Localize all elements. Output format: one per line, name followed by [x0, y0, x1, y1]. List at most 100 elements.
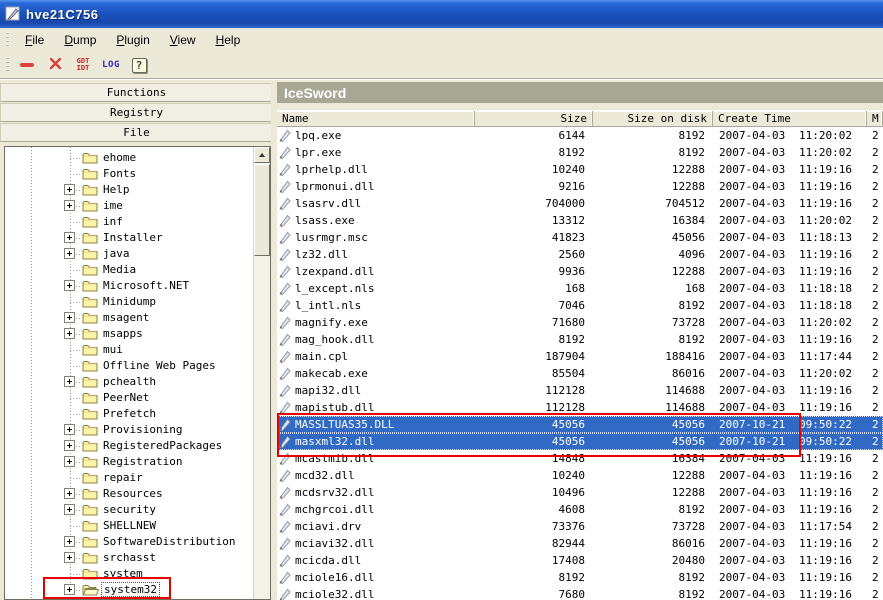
scroll-up-button[interactable] [254, 147, 270, 163]
file-row[interactable]: lsasrv.dll7040007045122007-04-0311:19:16… [277, 195, 883, 212]
sidebar-button-functions[interactable]: Functions [0, 83, 273, 102]
column-header-m[interactable]: M [867, 111, 883, 126]
sidebar-button-file[interactable]: File [0, 123, 273, 142]
file-row[interactable]: lpq.exe614481922007-04-0311:20:022 [277, 127, 883, 144]
expand-plus-icon[interactable] [64, 456, 75, 467]
tree-item-repair[interactable]: repair [5, 470, 253, 486]
tree-item-system[interactable]: system [5, 566, 253, 582]
column-header-name[interactable]: Name [277, 111, 475, 126]
column-header-create-time[interactable]: Create Time [713, 111, 867, 126]
file-row[interactable]: mciavi32.dll82944860162007-04-0311:19:16… [277, 535, 883, 552]
column-header-size[interactable]: Size [475, 111, 593, 126]
expand-plus-icon[interactable] [64, 248, 75, 259]
expand-plus-icon[interactable] [64, 440, 75, 451]
tree-item-shellnew[interactable]: SHELLNEW [5, 518, 253, 534]
tree-item-installer[interactable]: Installer [5, 230, 253, 246]
expand-plus-icon[interactable] [64, 552, 75, 563]
file-name: mchgrcoi.dll [295, 503, 374, 516]
file-row[interactable]: mapistub.dll1121281146882007-04-0311:19:… [277, 399, 883, 416]
expand-plus-icon[interactable] [64, 312, 75, 323]
file-row[interactable]: l_except.nls1681682007-04-0311:18:182 [277, 280, 883, 297]
tree-item-srchasst[interactable]: srchasst [5, 550, 253, 566]
menu-dump[interactable]: Dump [54, 31, 106, 49]
expand-plus-icon[interactable] [64, 280, 75, 291]
file-row[interactable]: masxml32.dll45056450562007-10-2109:50:22… [277, 433, 883, 450]
tree-item-resources[interactable]: Resources [5, 486, 253, 502]
file-row[interactable]: MASSLTUAS35.DLL45056450562007-10-2109:50… [277, 416, 883, 433]
expand-plus-icon[interactable] [64, 200, 75, 211]
scroll-thumb[interactable] [254, 164, 270, 256]
column-header-size-on-disk[interactable]: Size on disk [593, 111, 713, 126]
file-row[interactable]: magnify.exe71680737282007-04-0311:20:022 [277, 314, 883, 331]
tree-item-inf[interactable]: inf [5, 214, 253, 230]
tree-item-provisioning[interactable]: Provisioning [5, 422, 253, 438]
file-row[interactable]: makecab.exe85504860162007-04-0311:20:022 [277, 365, 883, 382]
file-row[interactable]: lz32.dll256040962007-04-0311:19:162 [277, 246, 883, 263]
close-x-button[interactable] [43, 55, 67, 75]
minus-button[interactable] [15, 55, 39, 75]
expand-plus-icon[interactable] [64, 536, 75, 547]
file-row[interactable]: mciavi.drv73376737282007-04-0311:17:542 [277, 518, 883, 535]
tree-scrollbar[interactable] [253, 147, 270, 599]
tree-item-security[interactable]: security [5, 502, 253, 518]
expand-plus-icon[interactable] [64, 376, 75, 387]
tree-item-microsoft-net[interactable]: Microsoft.NET [5, 278, 253, 294]
tree-item-registeredpackages[interactable]: RegisteredPackages [5, 438, 253, 454]
help-button[interactable]: ? [127, 55, 151, 75]
folder-icon [82, 519, 100, 532]
file-row[interactable]: lzexpand.dll9936122882007-04-0311:19:162 [277, 263, 883, 280]
log-button[interactable]: LOG [99, 55, 123, 75]
menubar-grip[interactable] [6, 32, 9, 48]
menu-help[interactable]: Help [206, 31, 251, 49]
menu-file[interactable]: File [15, 31, 54, 49]
expand-plus-icon[interactable] [64, 584, 75, 595]
toolbar-grip[interactable] [6, 57, 9, 73]
tree-item-java[interactable]: java [5, 246, 253, 262]
expand-plus-icon[interactable] [64, 504, 75, 515]
tree-item-pchealth[interactable]: pchealth [5, 374, 253, 390]
tree-item-peernet[interactable]: PeerNet [5, 390, 253, 406]
file-row[interactable]: mciole16.dll819281922007-04-0311:19:162 [277, 569, 883, 586]
tree-item-minidump[interactable]: Minidump [5, 294, 253, 310]
titlebar[interactable]: hve21C756 [0, 0, 883, 28]
file-row[interactable]: lpr.exe819281922007-04-0311:20:022 [277, 144, 883, 161]
tree-item-softwaredistribution[interactable]: SoftwareDistribution [5, 534, 253, 550]
file-row[interactable]: lprmonui.dll9216122882007-04-0311:19:162 [277, 178, 883, 195]
tree-item-msapps[interactable]: msapps [5, 326, 253, 342]
menu-plugin[interactable]: Plugin [106, 31, 159, 49]
file-row[interactable]: mciole32.dll768081922007-04-0311:19:162 [277, 586, 883, 600]
menu-view[interactable]: View [160, 31, 206, 49]
gdt-idt-button[interactable]: GDT IDT [71, 55, 95, 75]
file-row[interactable]: mcastmib.dll14848163842007-04-0311:19:16… [277, 450, 883, 467]
tree-item-help[interactable]: Help [5, 182, 253, 198]
file-row[interactable]: mapi32.dll1121281146882007-04-0311:19:16… [277, 382, 883, 399]
file-row[interactable]: lsass.exe13312163842007-04-0311:20:022 [277, 212, 883, 229]
expand-plus-icon[interactable] [64, 328, 75, 339]
file-row[interactable]: l_intl.nls704681922007-04-0311:18:182 [277, 297, 883, 314]
file-row[interactable]: mchgrcoi.dll460881922007-04-0311:19:162 [277, 501, 883, 518]
file-row[interactable]: mag_hook.dll819281922007-04-0311:19:162 [277, 331, 883, 348]
tree-item-prefetch[interactable]: Prefetch [5, 406, 253, 422]
tree-item-ehome[interactable]: ehome [5, 150, 253, 166]
tree-item-ime[interactable]: ime [5, 198, 253, 214]
folder-icon [82, 535, 100, 548]
tree-item-offline-web-pages[interactable]: Offline Web Pages [5, 358, 253, 374]
expand-plus-icon[interactable] [64, 232, 75, 243]
tree-item-msagent[interactable]: msagent [5, 310, 253, 326]
tree-item-system32[interactable]: system32 [5, 582, 253, 598]
file-row[interactable]: lusrmgr.msc41823450562007-04-0311:18:132 [277, 229, 883, 246]
file-row[interactable]: main.cpl1879041884162007-04-0311:17:442 [277, 348, 883, 365]
tree-item-registration[interactable]: Registration [5, 454, 253, 470]
expand-plus-icon[interactable] [64, 184, 75, 195]
expand-plus-icon[interactable] [64, 424, 75, 435]
file-name: lprmonui.dll [295, 180, 374, 193]
file-row[interactable]: lprhelp.dll10240122882007-04-0311:19:162 [277, 161, 883, 178]
file-row[interactable]: mcicda.dll17408204802007-04-0311:19:162 [277, 552, 883, 569]
sidebar-button-registry[interactable]: Registry [0, 103, 273, 122]
expand-plus-icon[interactable] [64, 488, 75, 499]
tree-item-mui[interactable]: mui [5, 342, 253, 358]
tree-item-fonts[interactable]: Fonts [5, 166, 253, 182]
file-row[interactable]: mcdsrv32.dll10496122882007-04-0311:19:16… [277, 484, 883, 501]
tree-item-media[interactable]: Media [5, 262, 253, 278]
file-row[interactable]: mcd32.dll10240122882007-04-0311:19:162 [277, 467, 883, 484]
